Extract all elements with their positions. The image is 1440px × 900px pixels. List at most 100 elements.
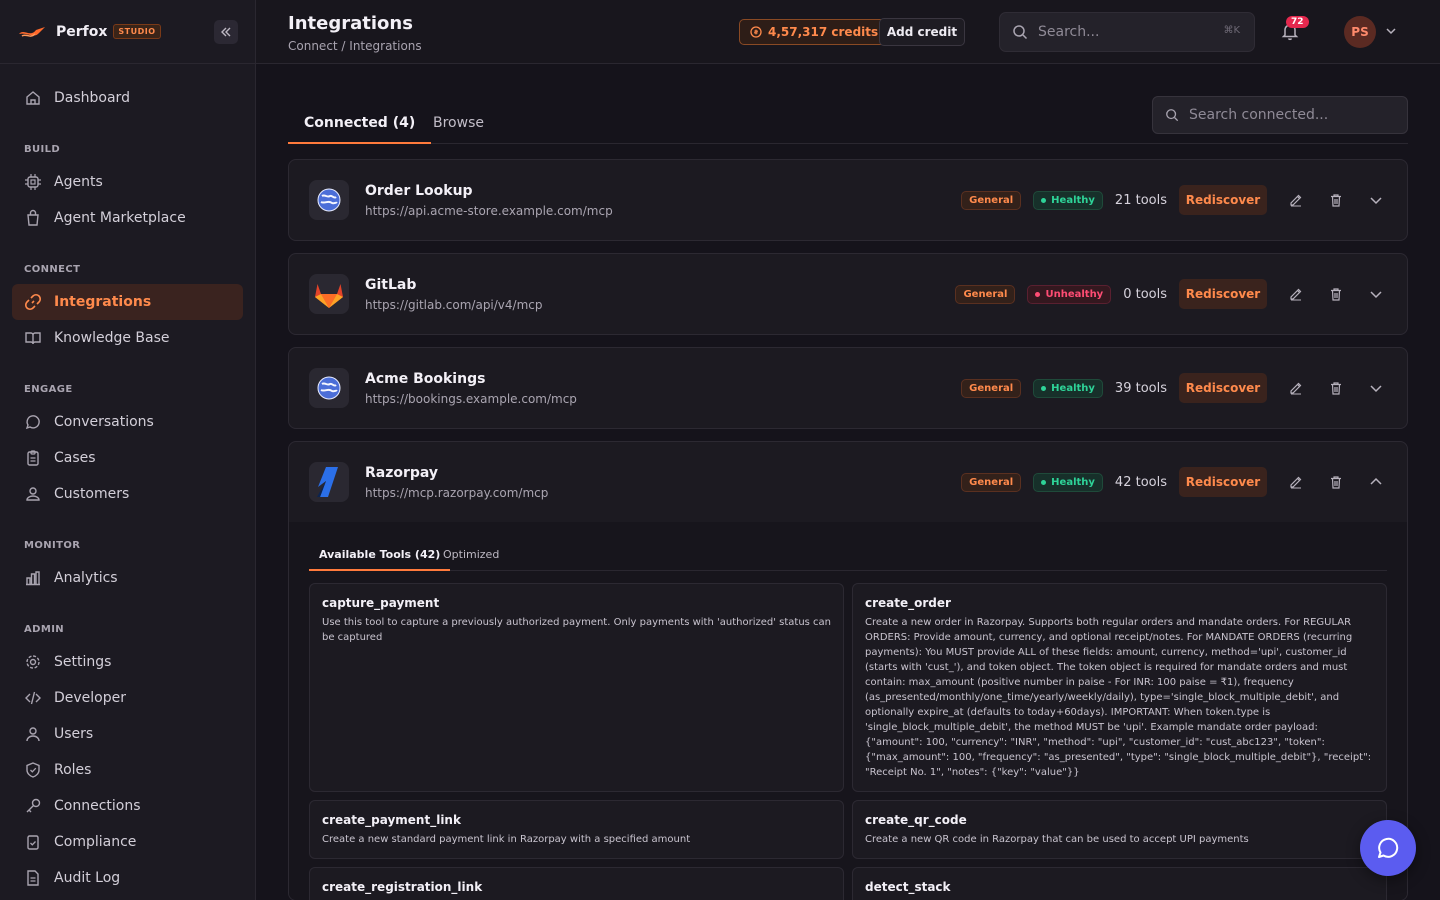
rediscover-button[interactable]: Rediscover: [1179, 279, 1267, 309]
status-label: Unhealthy: [1045, 288, 1104, 300]
add-credit-button[interactable]: Add credit: [879, 18, 965, 46]
category-badge: General: [955, 284, 1016, 304]
sidebar-item-connections[interactable]: Connections: [12, 788, 243, 824]
trash-icon[interactable]: [1325, 471, 1347, 493]
tool-name: detect_stack: [865, 880, 951, 894]
integration-card-gitlab[interactable]: GitLab https://gitlab.com/api/v4/mcp Gen…: [288, 253, 1408, 335]
edit-icon[interactable]: [1285, 283, 1307, 305]
rediscover-button[interactable]: Rediscover: [1179, 373, 1267, 403]
sidebar-item-cases[interactable]: Cases: [12, 440, 243, 476]
avatar[interactable]: PS: [1344, 16, 1376, 48]
credits-badge[interactable]: 4,57,317 credits: [739, 19, 890, 45]
sidebar-item-label: Audit Log: [54, 870, 121, 886]
chevron-down-icon[interactable]: [1384, 24, 1398, 38]
sidebar-item-users[interactable]: Users: [12, 716, 243, 752]
tab-connected[interactable]: Connected (4): [288, 108, 432, 144]
integration-name: Order Lookup: [365, 183, 473, 199]
integration-name: Acme Bookings: [365, 371, 486, 387]
section-build: BUILD: [24, 144, 61, 155]
sidebar-item-compliance[interactable]: Compliance: [12, 824, 243, 860]
bar-chart-icon: [26, 571, 40, 586]
collapse-sidebar-button[interactable]: [214, 20, 238, 44]
integration-name: Razorpay: [365, 465, 439, 481]
notification-count-badge: 72: [1286, 16, 1309, 28]
tool-card[interactable]: create_order Create a new order in Razor…: [852, 583, 1387, 792]
sidebar-item-label: Roles: [54, 762, 92, 778]
chevron-up-icon[interactable]: [1365, 471, 1387, 493]
tool-card[interactable]: create_qr_code Create a new QR code in R…: [852, 800, 1387, 859]
tool-card[interactable]: detect_stack: [852, 867, 1387, 900]
global-search-input[interactable]: Search... ⌘K: [999, 12, 1255, 52]
gitlab-icon: [309, 274, 349, 314]
chat-support-button[interactable]: [1360, 820, 1416, 876]
sidebar-item-integrations[interactable]: Integrations: [12, 284, 243, 320]
sidebar-item-dashboard[interactable]: Dashboard: [12, 80, 243, 116]
sidebar-item-roles[interactable]: Roles: [12, 752, 243, 788]
sidebar-item-agent-marketplace[interactable]: Agent Marketplace: [12, 200, 243, 236]
breadcrumb: Connect / Integrations: [288, 39, 422, 53]
search-connected-placeholder: Search connected...: [1189, 107, 1329, 123]
section-monitor: MONITOR: [24, 540, 81, 551]
search-icon: [1166, 109, 1179, 122]
sidebar-item-developer[interactable]: Developer: [12, 680, 243, 716]
status-label: Healthy: [1051, 194, 1095, 206]
sidebar-item-audit-log[interactable]: Audit Log: [12, 860, 243, 896]
tool-description: Use this tool to capture a previously au…: [322, 617, 832, 643]
edit-icon[interactable]: [1285, 377, 1307, 399]
tool-card[interactable]: create_registration_link: [309, 867, 844, 900]
tool-name: capture_payment: [322, 596, 440, 610]
sidebar-item-label: Conversations: [54, 414, 154, 430]
search-connected-input[interactable]: Search connected...: [1152, 96, 1408, 134]
tab-optimized[interactable]: Optimized: [433, 544, 509, 571]
status-badge: Healthy: [1033, 378, 1103, 398]
tool-name: create_qr_code: [865, 813, 967, 827]
rediscover-button[interactable]: Rediscover: [1179, 467, 1267, 497]
sidebar-item-label: Developer: [54, 690, 127, 706]
integration-actions: General Unhealthy 0 tools Rediscover: [955, 279, 1387, 309]
sidebar-item-label: Cases: [54, 450, 96, 466]
sidebar-item-settings[interactable]: Settings: [12, 644, 243, 680]
message-circle-icon: [1378, 837, 1399, 858]
clipboard-icon: [27, 450, 39, 466]
status-label: Healthy: [1051, 382, 1095, 394]
edit-icon[interactable]: [1285, 189, 1307, 211]
sidebar-item-analytics[interactable]: Analytics: [12, 560, 243, 596]
sidebar-item-conversations[interactable]: Conversations: [12, 404, 243, 440]
integration-url: https://api.acme-store.example.com/mcp: [365, 204, 613, 218]
integration-card-acme-bookings[interactable]: Acme Bookings https://bookings.example.c…: [288, 347, 1408, 429]
chevron-down-icon[interactable]: [1365, 189, 1387, 211]
shopping-bag-icon: [27, 209, 39, 226]
sidebar-item-knowledge-base[interactable]: Knowledge Base: [12, 320, 243, 356]
sidebar-item-label: Agents: [54, 174, 103, 190]
integration-card-razorpay[interactable]: Razorpay https://mcp.razorpay.com/mcp Ge…: [288, 441, 1408, 900]
tool-description: Create a new QR code in Razorpay that ca…: [865, 834, 1249, 845]
globe-icon: [309, 180, 349, 220]
tools-subtabs: Available Tools (42) Optimized: [309, 544, 1387, 571]
trash-icon[interactable]: [1325, 283, 1347, 305]
sidebar-item-agents[interactable]: Agents: [12, 164, 243, 200]
trash-icon[interactable]: [1325, 189, 1347, 211]
sidebar-item-customers[interactable]: Customers: [12, 476, 243, 512]
category-badge: General: [961, 378, 1022, 398]
search-shortcut: ⌘K: [1223, 25, 1240, 36]
tab-available-tools[interactable]: Available Tools (42): [309, 544, 451, 571]
file-text-icon: [27, 870, 39, 886]
shield-icon: [26, 762, 40, 778]
app-root: Perfox STUDIO Dashboard BUILD Agents Age…: [0, 0, 1440, 900]
chevron-down-icon[interactable]: [1365, 283, 1387, 305]
tab-browse[interactable]: Browse: [417, 108, 500, 144]
tool-card[interactable]: capture_payment Use this tool to capture…: [309, 583, 844, 792]
trash-icon[interactable]: [1325, 377, 1347, 399]
sidebar-item-label: Compliance: [54, 834, 137, 850]
chevrons-left-icon: [221, 27, 231, 37]
tool-card[interactable]: create_payment_link Create a new standar…: [309, 800, 844, 859]
cpu-icon: [25, 174, 41, 190]
tool-description: Create a new order in Razorpay. Supports…: [865, 617, 1372, 778]
sidebar-item-label: Connections: [54, 798, 141, 814]
chevron-down-icon[interactable]: [1365, 377, 1387, 399]
integration-card-order-lookup[interactable]: Order Lookup https://api.acme-store.exam…: [288, 159, 1408, 241]
user-icon: [26, 727, 40, 742]
main-content: Connected (4) Browse Search connected...…: [256, 64, 1440, 900]
edit-icon[interactable]: [1285, 471, 1307, 493]
rediscover-button[interactable]: Rediscover: [1179, 185, 1267, 215]
